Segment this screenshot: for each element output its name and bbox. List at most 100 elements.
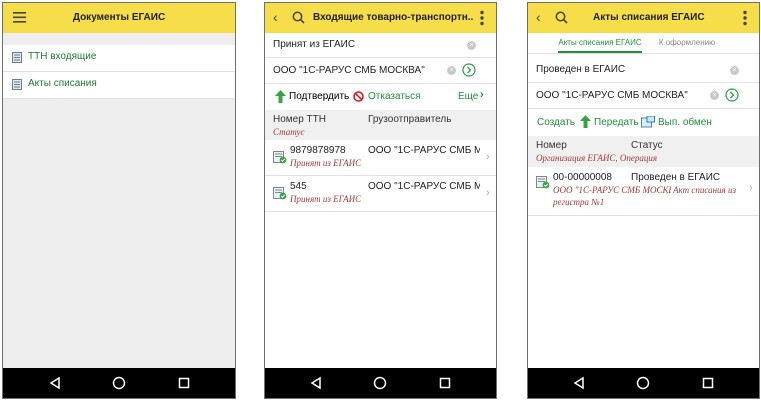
column-header-number: Номер ТТН (273, 114, 326, 125)
posted-document-icon (536, 176, 550, 189)
row-shipper: ООО "1С-РАРУС СМБ М... (368, 145, 480, 156)
content: ТТН входящие Акты списания (3, 33, 235, 368)
row-operation: Акт списания из (673, 185, 737, 195)
top-bar: ‹ Акты списания ЕГАИС (528, 3, 759, 33)
column-header-shipper: Грузоотправитель (368, 114, 452, 125)
home-circle-icon[interactable] (636, 376, 650, 390)
page-title: Документы ЕГАИС (72, 12, 166, 23)
open-arrow-circle-icon[interactable] (462, 63, 476, 77)
posted-document-icon (273, 151, 287, 164)
action-toolbar: Создать Передать Вып. обмен (528, 109, 759, 136)
page-title: Входящие товарно-транспортн... (313, 12, 473, 23)
tab-label: К оформлению (658, 38, 716, 47)
status-filter-value: Принят из ЕГАИС (273, 39, 356, 50)
row-status: Проведен в ЕГАИС (631, 172, 721, 183)
recent-apps-square-icon[interactable] (701, 376, 715, 390)
android-nav-bar (528, 368, 759, 398)
menu-item-label: ТТН входящие (28, 51, 97, 62)
confirm-button[interactable]: Подтвердить (275, 90, 365, 104)
more-vert-icon[interactable] (742, 10, 748, 26)
organization-filter-field[interactable]: ООО "1С-РАРУС СМБ МОСКВА" × (265, 58, 496, 83)
chevron-right-icon: › (486, 151, 490, 163)
back-arrow-icon[interactable]: ‹ (273, 9, 278, 25)
open-arrow-circle-icon[interactable] (725, 88, 739, 102)
column-header-status: Статус (273, 127, 305, 137)
up-arrow-icon (275, 90, 286, 103)
content: Акты списания ЕГАИС К оформлению Проведе… (528, 33, 759, 368)
prohibited-icon (353, 91, 364, 102)
create-label: Создать (537, 117, 576, 128)
tab-bar: Акты списания ЕГАИС К оформлению (528, 33, 759, 53)
empty-area (3, 99, 235, 368)
top-bar: ‹ Входящие товарно-транспортн... (265, 3, 496, 33)
posted-document-icon (273, 187, 287, 200)
android-nav-bar (3, 368, 235, 398)
header-spacer (3, 33, 235, 45)
column-header-status: Статус (631, 140, 663, 151)
status-filter-field[interactable]: Принят из ЕГАИС × (265, 33, 496, 57)
exchange-button[interactable]: Вып. обмен (641, 115, 721, 129)
row-status: Принят из ЕГАИС (290, 158, 362, 168)
table-header: Номер ТТН Статус Грузоотправитель (265, 110, 496, 140)
screen-write-off-acts: ‹ Акты списания ЕГАИС Акты списания ЕГАИ… (527, 2, 760, 399)
more-button[interactable]: Еще › (458, 89, 490, 104)
divider (265, 211, 496, 212)
reject-label: Отказаться (368, 91, 421, 102)
table-row[interactable]: 9879878978 Принят из ЕГАИС ООО "1С-РАРУС… (265, 140, 496, 175)
android-nav-bar (265, 368, 496, 398)
row-operation-cont: регистра №1 (553, 197, 605, 207)
clear-icon[interactable]: × (730, 66, 739, 75)
search-icon[interactable] (292, 11, 305, 24)
exchange-label: Вып. обмен (658, 117, 712, 128)
create-button[interactable]: Создать (537, 116, 577, 130)
top-bar: Документы ЕГАИС (3, 3, 235, 33)
reject-button[interactable]: Отказаться (353, 90, 433, 104)
column-header-subtitle: Организация ЕГАИС, Операция (536, 153, 658, 163)
tab-to-process[interactable]: К оформлению (652, 33, 722, 53)
content: Принят из ЕГАИС × ООО "1С-РАРУС СМБ МОСК… (265, 33, 496, 368)
row-number: 9879878978 (290, 145, 346, 156)
table-row[interactable]: 00-00000008 Проведен в ЕГАИС ООО "1С-РАР… (528, 167, 759, 215)
action-toolbar: Подтвердить Отказаться Еще › (265, 84, 496, 110)
row-number: 00-00000008 (553, 172, 612, 183)
back-arrow-icon[interactable]: ‹ (536, 9, 541, 25)
clear-icon[interactable]: × (467, 41, 476, 50)
table-row[interactable]: 545 Принят из ЕГАИС ООО "1С-РАРУС СМБ М.… (265, 176, 496, 211)
recent-apps-square-icon[interactable] (177, 376, 191, 390)
organization-filter-field[interactable]: ООО "1С-РАРУС СМБ МОСКВА" × (528, 83, 759, 108)
menu-item-label: Акты списания (28, 78, 97, 89)
row-number: 545 (290, 181, 307, 192)
organization-filter-value: ООО "1С-РАРУС СМБ МОСКВА" (536, 90, 688, 101)
back-triangle-icon[interactable] (309, 376, 323, 390)
chevron-right-icon: › (749, 182, 753, 194)
row-organization: ООО "1С-РАРУС СМБ МОСКВА", (553, 185, 671, 195)
send-label: Передать (594, 117, 639, 128)
more-vert-icon[interactable] (479, 10, 485, 26)
chevron-right-icon: › (480, 89, 484, 101)
search-icon[interactable] (555, 11, 568, 24)
screen-incoming-ttn: ‹ Входящие товарно-транспортн... Принят … (264, 2, 497, 399)
table-header: Номер Статус Организация ЕГАИС, Операция (528, 136, 759, 167)
send-button[interactable]: Передать (580, 115, 640, 129)
screen-documents-egais: Документы ЕГАИС ТТН входящие Акты списан… (2, 2, 236, 399)
menu-item-ttn-incoming[interactable]: ТТН входящие (3, 45, 235, 71)
chevron-right-icon: › (486, 187, 490, 199)
column-header-number: Номер (536, 140, 567, 151)
tab-label: Акты списания ЕГАИС (558, 38, 642, 47)
exchange-icon (641, 116, 655, 128)
home-circle-icon[interactable] (112, 376, 126, 390)
divider (528, 53, 759, 54)
home-circle-icon[interactable] (373, 376, 387, 390)
back-triangle-icon[interactable] (48, 376, 62, 390)
tab-write-off-acts[interactable]: Акты списания ЕГАИС (558, 33, 642, 53)
confirm-label: Подтвердить (289, 91, 350, 102)
clear-icon[interactable]: × (447, 66, 456, 75)
clear-icon[interactable]: × (710, 91, 719, 100)
organization-filter-value: ООО "1С-РАРУС СМБ МОСКВА" (273, 65, 425, 76)
menu-item-write-off-acts[interactable]: Акты списания (3, 72, 235, 98)
recent-apps-square-icon[interactable] (438, 376, 452, 390)
divider (528, 215, 759, 216)
status-filter-field[interactable]: Проведен в ЕГАИС × (528, 58, 759, 82)
back-triangle-icon[interactable] (572, 376, 586, 390)
document-icon (12, 52, 22, 63)
